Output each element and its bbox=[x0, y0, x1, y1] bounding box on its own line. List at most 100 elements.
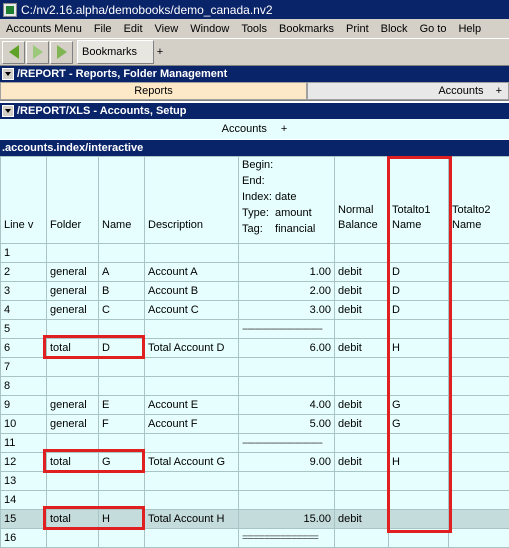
cell-description[interactable] bbox=[144, 471, 239, 491]
cell-totalto2-name[interactable] bbox=[448, 433, 509, 453]
cell-normal-balance[interactable] bbox=[334, 243, 389, 263]
cell-description[interactable]: Total Account H bbox=[144, 509, 239, 529]
cell-line[interactable]: 14 bbox=[0, 490, 47, 510]
cell-normal-balance[interactable]: debit bbox=[334, 300, 389, 320]
cell-folder[interactable] bbox=[46, 376, 99, 396]
table-row[interactable]: 16 ============== bbox=[0, 528, 509, 548]
cell-totalto2-name[interactable] bbox=[448, 452, 509, 472]
cell-line[interactable]: 12 bbox=[0, 452, 47, 472]
header-totalto1-name[interactable]: Totalto1 Name bbox=[388, 156, 449, 244]
cell-normal-balance[interactable] bbox=[334, 490, 389, 510]
table-row[interactable]: 12 total G Total Account G 9.00 debit H bbox=[0, 452, 509, 472]
table-row[interactable]: 5 ------------------------------ bbox=[0, 319, 509, 339]
cell-totalto2-name[interactable] bbox=[448, 262, 509, 282]
cell-name[interactable]: D bbox=[98, 338, 145, 358]
cell-amount[interactable]: 4.00 bbox=[238, 395, 335, 415]
add-bookmark-button[interactable]: + bbox=[154, 46, 166, 58]
cell-totalto1-name[interactable]: G bbox=[388, 395, 449, 415]
menu-accounts-menu[interactable]: Accounts Menu bbox=[0, 23, 88, 35]
table-row[interactable]: 3 general B Account B 2.00 debit D bbox=[0, 281, 509, 301]
cell-name[interactable]: B bbox=[98, 281, 145, 301]
cell-line[interactable]: 3 bbox=[0, 281, 47, 301]
cell-totalto2-name[interactable] bbox=[448, 319, 509, 339]
cell-totalto2-name[interactable] bbox=[448, 509, 509, 529]
cell-line[interactable]: 5 bbox=[0, 319, 47, 339]
cell-totalto1-name[interactable]: H bbox=[388, 338, 449, 358]
cell-totalto1-name[interactable] bbox=[388, 319, 449, 339]
cell-description[interactable]: Account E bbox=[144, 395, 239, 415]
cell-totalto1-name[interactable] bbox=[388, 433, 449, 453]
cell-totalto2-name[interactable] bbox=[448, 281, 509, 301]
cell-name[interactable]: A bbox=[98, 262, 145, 282]
tab-reports[interactable]: Reports bbox=[0, 82, 307, 100]
cell-description[interactable]: Account C bbox=[144, 300, 239, 320]
table-row[interactable]: 2 general A Account A 1.00 debit D bbox=[0, 262, 509, 282]
cell-line[interactable]: 13 bbox=[0, 471, 47, 491]
header-description[interactable]: Description bbox=[144, 156, 239, 244]
cell-name[interactable]: C bbox=[98, 300, 145, 320]
menu-file[interactable]: File bbox=[88, 23, 118, 35]
cell-name[interactable] bbox=[98, 528, 145, 548]
cell-description[interactable] bbox=[144, 357, 239, 377]
header-totalto2-name[interactable]: Totalto2 Name bbox=[448, 156, 509, 244]
cell-name[interactable] bbox=[98, 319, 145, 339]
cell-amount[interactable]: 3.00 bbox=[238, 300, 335, 320]
cell-description[interactable] bbox=[144, 243, 239, 263]
cell-line[interactable]: 16 bbox=[0, 528, 47, 548]
add-tab-button[interactable]: + bbox=[496, 85, 502, 97]
cell-description[interactable]: Total Account D bbox=[144, 338, 239, 358]
cell-folder[interactable]: total bbox=[46, 338, 99, 358]
cell-totalto2-name[interactable] bbox=[448, 300, 509, 320]
cell-normal-balance[interactable]: debit bbox=[334, 509, 389, 529]
cell-folder[interactable]: general bbox=[46, 300, 99, 320]
cell-totalto2-name[interactable] bbox=[448, 490, 509, 510]
cell-name[interactable] bbox=[98, 243, 145, 263]
cell-normal-balance[interactable] bbox=[334, 433, 389, 453]
cell-totalto1-name[interactable] bbox=[388, 243, 449, 263]
cell-line[interactable]: 15 bbox=[0, 509, 47, 529]
cell-amount[interactable]: ------------------------------ bbox=[238, 319, 335, 339]
add-tab-button[interactable]: + bbox=[281, 123, 287, 135]
menu-bookmarks[interactable]: Bookmarks bbox=[273, 23, 340, 35]
cell-totalto2-name[interactable] bbox=[448, 338, 509, 358]
table-row[interactable]: 9 general E Account E 4.00 debit G bbox=[0, 395, 509, 415]
cell-normal-balance[interactable]: debit bbox=[334, 338, 389, 358]
table-row[interactable]: 1 bbox=[0, 243, 509, 263]
cell-line[interactable]: 10 bbox=[0, 414, 47, 434]
cell-description[interactable]: Account A bbox=[144, 262, 239, 282]
cell-normal-balance[interactable] bbox=[334, 319, 389, 339]
cell-line[interactable]: 4 bbox=[0, 300, 47, 320]
table-row[interactable]: 11 ------------------------------ bbox=[0, 433, 509, 453]
cell-totalto2-name[interactable] bbox=[448, 395, 509, 415]
cell-amount[interactable] bbox=[238, 243, 335, 263]
cell-folder[interactable] bbox=[46, 243, 99, 263]
menu-view[interactable]: View bbox=[149, 23, 185, 35]
cell-name[interactable] bbox=[98, 471, 145, 491]
cell-name[interactable] bbox=[98, 433, 145, 453]
cell-line[interactable]: 7 bbox=[0, 357, 47, 377]
cell-totalto2-name[interactable] bbox=[448, 243, 509, 263]
cell-totalto1-name[interactable] bbox=[388, 528, 449, 548]
cell-amount[interactable]: 9.00 bbox=[238, 452, 335, 472]
table-row[interactable]: 4 general C Account C 3.00 debit D bbox=[0, 300, 509, 320]
cell-normal-balance[interactable]: debit bbox=[334, 262, 389, 282]
header-name[interactable]: Name bbox=[98, 156, 145, 244]
collapse-icon[interactable] bbox=[2, 105, 14, 117]
cell-line[interactable]: 1 bbox=[0, 243, 47, 263]
menu-window[interactable]: Window bbox=[184, 23, 235, 35]
cell-totalto1-name[interactable] bbox=[388, 376, 449, 396]
cell-folder[interactable] bbox=[46, 357, 99, 377]
cell-folder[interactable]: general bbox=[46, 395, 99, 415]
cell-normal-balance[interactable] bbox=[334, 357, 389, 377]
cell-folder[interactable] bbox=[46, 471, 99, 491]
cell-folder[interactable]: general bbox=[46, 281, 99, 301]
cell-totalto1-name[interactable]: D bbox=[388, 300, 449, 320]
forward-button[interactable] bbox=[26, 40, 49, 64]
cell-name[interactable] bbox=[98, 357, 145, 377]
cell-description[interactable] bbox=[144, 376, 239, 396]
menu-block[interactable]: Block bbox=[375, 23, 414, 35]
cell-description[interactable] bbox=[144, 319, 239, 339]
menu-print[interactable]: Print bbox=[340, 23, 375, 35]
cell-totalto1-name[interactable] bbox=[388, 490, 449, 510]
cell-line[interactable]: 2 bbox=[0, 262, 47, 282]
